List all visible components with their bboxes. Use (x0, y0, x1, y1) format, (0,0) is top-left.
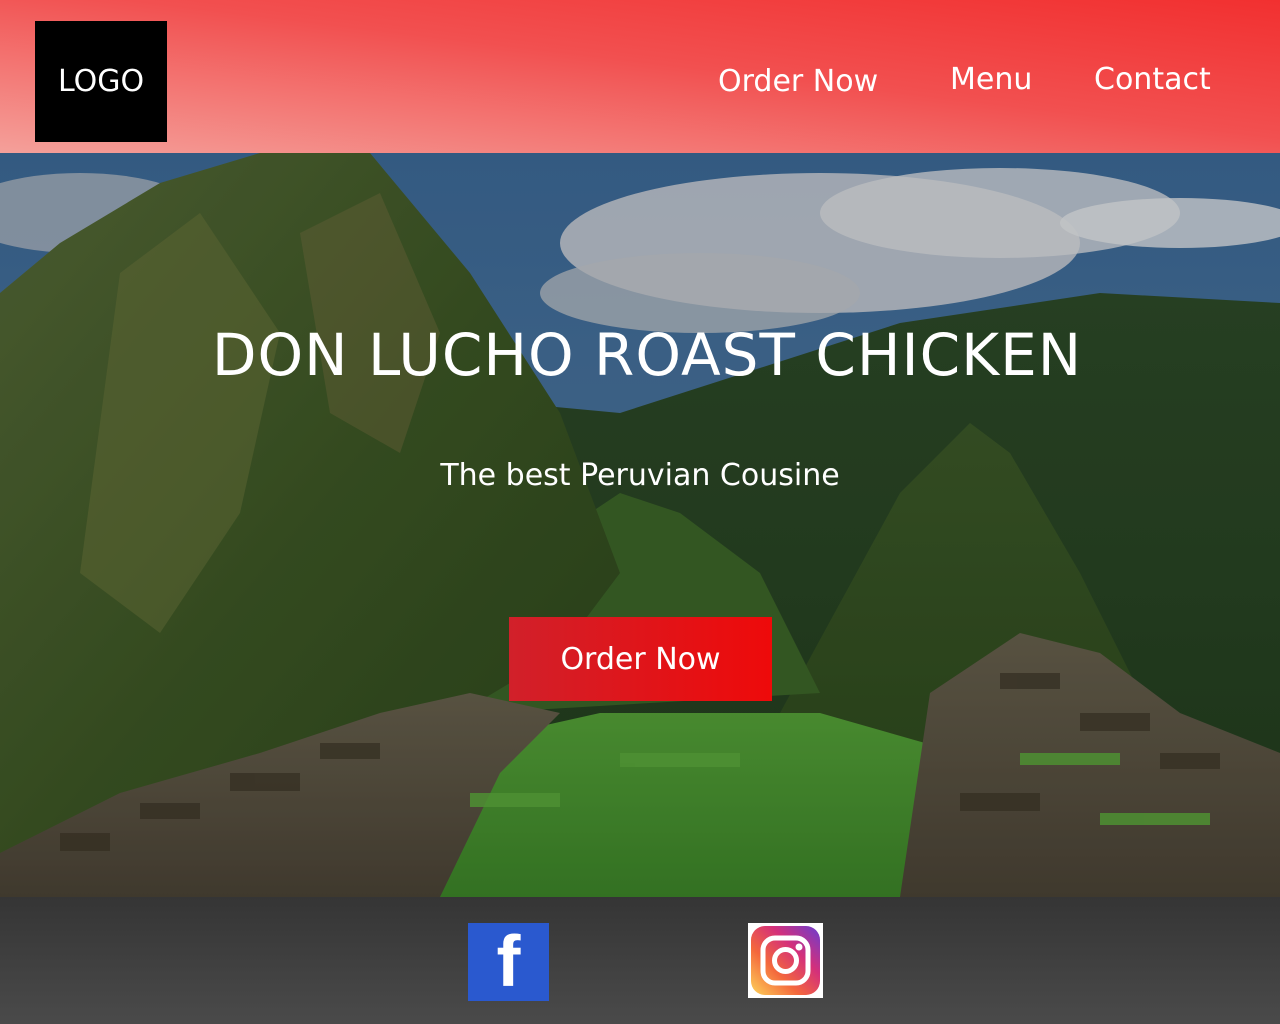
instagram-icon[interactable] (748, 923, 823, 998)
site-footer: f (0, 897, 1280, 1024)
logo[interactable]: LOGO (35, 21, 167, 142)
instagram-logo-svg (751, 926, 820, 995)
nav-menu-link[interactable]: Menu (950, 62, 1032, 97)
order-now-button[interactable]: Order Now (509, 617, 772, 701)
hero-overlay (0, 153, 1280, 897)
facebook-icon[interactable]: f (468, 923, 549, 1001)
hero-title: DON LUCHO ROAST CHICKEN (211, 321, 1083, 389)
hero-section: DON LUCHO ROAST CHICKEN The best Peruvia… (0, 153, 1280, 897)
site-header: LOGO Order Now Menu Contact (0, 0, 1280, 153)
hero-subtitle: The best Peruvian Cousine (440, 458, 840, 493)
nav-order-now-link[interactable]: Order Now (718, 64, 878, 99)
nav-contact-link[interactable]: Contact (1094, 62, 1211, 97)
facebook-glyph: f (496, 923, 521, 1001)
